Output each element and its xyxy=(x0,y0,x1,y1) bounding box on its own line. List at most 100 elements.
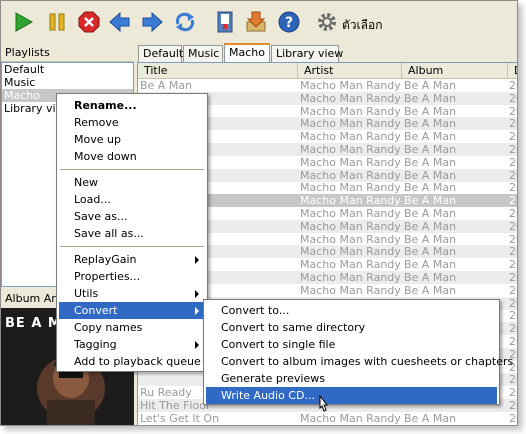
menu-item-label: Properties... xyxy=(74,270,141,283)
menu-item-label: Copy names xyxy=(74,321,143,334)
app-window: ? ตัวเลือก Playlists Default Music Macho… xyxy=(0,0,518,426)
cell-date: 200 xyxy=(509,322,517,336)
menu-item-label: Convert to album images with cuesheets o… xyxy=(221,355,514,368)
cell-date: 200 xyxy=(509,283,517,297)
menu-item-label: Move up xyxy=(74,133,121,146)
menu-item-utils[interactable]: Utils xyxy=(59,285,205,302)
column-album[interactable]: Album xyxy=(402,63,508,79)
tab-default[interactable]: Default xyxy=(138,45,183,62)
shuffle-repeat-icon[interactable] xyxy=(173,10,197,34)
menu-item-label: Add to playback queue xyxy=(74,355,201,368)
menu-item-write-audio-cd[interactable]: Write Audio CD... xyxy=(206,387,497,404)
cell-date: 200 xyxy=(509,258,517,272)
menu-item-save-all-as[interactable]: Save all as... xyxy=(59,225,205,242)
cell-album: Be A Man xyxy=(404,168,457,182)
column-title[interactable]: Title xyxy=(138,63,298,79)
cell-date: 200 xyxy=(509,168,517,182)
menu-item-convert-to[interactable]: Convert to... xyxy=(206,302,497,319)
menu-item-add-to-playback-queue[interactable]: Add to playback queue xyxy=(59,353,205,370)
menu-item-label: Convert to same directory xyxy=(221,321,366,334)
cell-date: 200 xyxy=(509,335,517,348)
menu-item-load[interactable]: Load... xyxy=(59,191,205,208)
cell-album: Be A Man xyxy=(404,245,457,259)
cell-date: 200 xyxy=(509,181,517,195)
playlist-item-music[interactable]: Music xyxy=(2,76,133,89)
cell-date: 200 xyxy=(509,130,517,144)
menu-item-rename[interactable]: Rename... xyxy=(59,97,205,114)
table-row[interactable]: Remember Me Macho Man Randy... Be A Man 200 xyxy=(138,424,517,426)
menu-item-generate-previews[interactable]: Generate previews xyxy=(206,370,497,387)
cell-artist: Macho Man Randy... xyxy=(300,283,400,297)
cell-date: 200 xyxy=(509,155,517,169)
download-icon[interactable] xyxy=(244,10,268,34)
menu-item-copy-names[interactable]: Copy names xyxy=(59,319,205,336)
stop-icon[interactable] xyxy=(77,10,101,34)
menu-item-remove[interactable]: Remove xyxy=(59,114,205,131)
cell-artist: Macho Man Randy... xyxy=(300,207,400,220)
column-date[interactable]: Da xyxy=(508,63,517,79)
mouse-cursor-icon xyxy=(319,395,329,412)
context-menu: Rename... Remove Move up Move down New Load..… xyxy=(56,93,208,372)
cell-artist: Macho Man Randy... xyxy=(300,258,400,272)
menu-item-replaygain[interactable]: ReplayGain xyxy=(59,251,205,268)
settings-label[interactable]: ตัวเลือก xyxy=(342,16,382,35)
cell-artist: Macho Man Randy... xyxy=(300,194,400,208)
cell-album: Be A Man xyxy=(404,130,457,144)
previous-icon[interactable] xyxy=(108,10,132,34)
cell-album: Be A Man xyxy=(404,104,457,118)
cell-date: 200 xyxy=(509,271,517,284)
cell-date: 200 xyxy=(509,399,517,412)
menu-item-convert[interactable]: Convert xyxy=(59,302,205,319)
cell-album: Be A Man xyxy=(404,232,457,246)
cell-date: 200 xyxy=(509,373,517,387)
menu-separator xyxy=(60,169,204,170)
next-icon[interactable] xyxy=(140,10,164,34)
play-icon[interactable] xyxy=(11,10,35,34)
table-header: Title Artist Album Da xyxy=(138,63,517,79)
cell-date: 200 xyxy=(509,207,517,220)
cell-artist: Macho Man Randy... xyxy=(300,130,400,144)
help-icon[interactable]: ? xyxy=(277,10,301,34)
playlist-item-default[interactable]: Default xyxy=(2,63,133,76)
menu-item-move-down[interactable]: Move down xyxy=(59,148,205,165)
cell-artist: Macho Man Randy... xyxy=(300,181,400,195)
cell-date: 200 xyxy=(509,425,517,426)
cell-title: Remember Me xyxy=(140,425,295,426)
cell-album: Be A Man xyxy=(404,271,457,284)
menu-item-label: Utils xyxy=(74,287,99,300)
menu-item-save-as[interactable]: Save as... xyxy=(59,208,205,225)
convert-submenu: Convert to... Convert to same directory Co… xyxy=(203,299,513,405)
bookmark-icon[interactable] xyxy=(213,10,237,34)
pause-icon[interactable] xyxy=(45,10,69,34)
table-row[interactable]: Be A Man Macho Man Randy... Be A Man 200 xyxy=(138,79,517,92)
tab-library-view[interactable]: Library view xyxy=(271,45,343,62)
menu-item-label: Remove xyxy=(74,116,119,129)
menu-item-convert-to-single-file[interactable]: Convert to single file xyxy=(206,336,497,353)
menu-item-label: New xyxy=(74,176,98,189)
toolbar: ? ตัวเลือก xyxy=(1,1,517,43)
menu-item-tagging[interactable]: Tagging xyxy=(59,336,205,353)
menu-item-convert-to-same-directory[interactable]: Convert to same directory xyxy=(206,319,497,336)
menu-item-label: Load... xyxy=(74,193,111,206)
menu-item-properties[interactable]: Properties... xyxy=(59,268,205,285)
menu-item-label: Convert to... xyxy=(221,304,290,317)
menu-item-new[interactable]: New xyxy=(59,174,205,191)
tab-macho[interactable]: Macho xyxy=(224,43,270,62)
submenu-arrow-icon xyxy=(195,256,199,264)
cell-artist: Macho Man Randy... xyxy=(300,245,400,259)
cell-title: Let's Get It On xyxy=(140,411,220,425)
cell-artist: Macho Man Randy... xyxy=(300,411,400,425)
menu-item-convert-to-album-images-with-cuesheets-or-chapters[interactable]: Convert to album images with cuesheets o… xyxy=(206,353,513,370)
menu-item-label: Convert xyxy=(74,304,118,317)
cell-date: 200 xyxy=(509,79,517,92)
gear-icon[interactable] xyxy=(315,10,339,34)
column-artist[interactable]: Artist xyxy=(298,63,402,79)
cell-album: Be A Man xyxy=(404,181,457,195)
cell-artist: Macho Man Randy... xyxy=(300,104,400,118)
cell-album: Be A Man xyxy=(404,258,457,272)
menu-item-label: Rename... xyxy=(74,99,137,112)
menu-item-move-up[interactable]: Move up xyxy=(59,131,205,148)
cell-date: 200 xyxy=(509,91,517,105)
tab-music[interactable]: Music xyxy=(183,45,223,62)
cell-artist: Macho Man Randy... xyxy=(300,168,400,182)
